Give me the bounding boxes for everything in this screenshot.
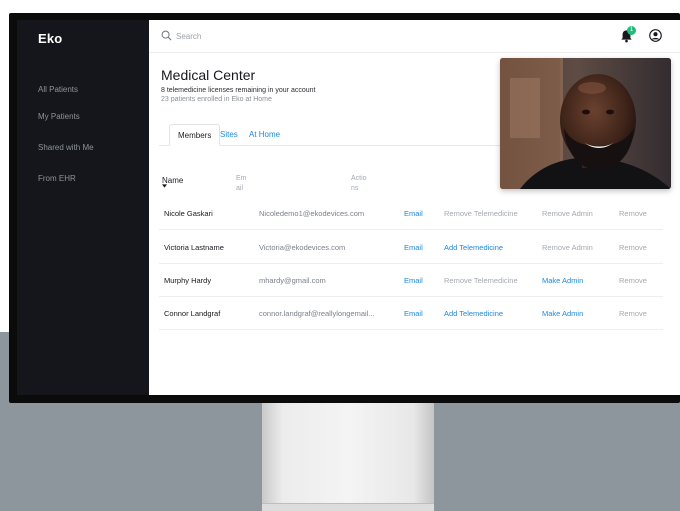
telemedicine-action[interactable]: Add Telemedicine (444, 243, 503, 252)
table-row: Victoria Lastname Victoria@ekodevices.co… (159, 230, 663, 264)
search-input[interactable] (176, 30, 376, 43)
brand-logo[interactable]: Eko (38, 31, 62, 46)
table-row: Connor Landgraf connor.landgraf@reallylo… (159, 296, 663, 330)
remove-action[interactable]: Remove (619, 276, 647, 285)
admin-action[interactable]: Remove Admin (542, 243, 593, 252)
video-call-window[interactable] (500, 58, 671, 189)
sidebar: Eko All Patients My Patients Shared with… (17, 20, 149, 395)
top-bar: 1 (149, 20, 680, 53)
sidebar-item-all-patients[interactable]: All Patients (38, 85, 78, 94)
table-row: Nicole Gaskari Nicoledemo1@ekodevices.co… (159, 196, 663, 230)
member-name: Murphy Hardy (164, 276, 212, 285)
page-title: Medical Center (161, 67, 256, 83)
admin-action[interactable]: Make Admin (542, 309, 583, 318)
telemedicine-action[interactable]: Remove Telemedicine (444, 209, 518, 218)
admin-action[interactable]: Make Admin (542, 276, 583, 285)
table-row: Murphy Hardy mhardy@gmail.com Email Remo… (159, 263, 663, 297)
remove-action[interactable]: Remove (619, 209, 647, 218)
admin-action[interactable]: Remove Admin (542, 209, 593, 218)
remove-action[interactable]: Remove (619, 243, 647, 252)
email-link[interactable]: Email (404, 243, 423, 252)
email-link[interactable]: Email (404, 276, 423, 285)
video-participant-feed (500, 58, 671, 189)
sort-down-icon[interactable] (162, 184, 167, 188)
member-email: Victoria@ekodevices.com (259, 243, 346, 252)
patients-enrolled-text: 23 patients enrolled in Eko at Home (161, 96, 272, 103)
column-header-actions-line2: ns (351, 185, 359, 192)
remove-action[interactable]: Remove (619, 309, 647, 318)
email-link[interactable]: Email (404, 309, 423, 318)
column-header-actions: Actio ns (351, 174, 367, 194)
column-header-actions-line1: Actio (351, 175, 367, 182)
telemedicine-action[interactable]: Remove Telemedicine (444, 276, 518, 285)
member-email: mhardy@gmail.com (259, 276, 326, 285)
notification-badge: 1 (627, 26, 636, 35)
column-header-email-line2: ail (236, 185, 244, 192)
search-icon[interactable] (161, 30, 172, 41)
member-name: Nicole Gaskari (164, 209, 213, 218)
member-name: Connor Landgraf (164, 309, 221, 318)
email-link[interactable]: Email (404, 209, 423, 218)
monitor-stand (262, 400, 434, 511)
member-email: connor.landgraf@reallylongemail... (259, 309, 375, 318)
column-header-email-line1: Em (236, 175, 247, 182)
sidebar-item-from-ehr[interactable]: From EHR (38, 174, 76, 183)
licenses-remaining-text: 8 telemedicine licenses remaining in you… (161, 87, 316, 94)
telemedicine-action[interactable]: Add Telemedicine (444, 309, 503, 318)
sidebar-item-my-patients[interactable]: My Patients (38, 112, 80, 121)
member-email: Nicoledemo1@ekodevices.com (259, 209, 365, 218)
tab-members[interactable]: Members (169, 124, 221, 146)
tab-at-home[interactable]: At Home (249, 130, 280, 144)
member-name: Victoria Lastname (164, 243, 224, 252)
sidebar-item-shared-with-me[interactable]: Shared with Me (38, 143, 94, 152)
user-account-icon[interactable] (649, 29, 662, 42)
monitor-stand-base (262, 503, 434, 511)
tab-sites[interactable]: Sites (220, 130, 238, 144)
column-header-email: Em ail (236, 174, 247, 194)
